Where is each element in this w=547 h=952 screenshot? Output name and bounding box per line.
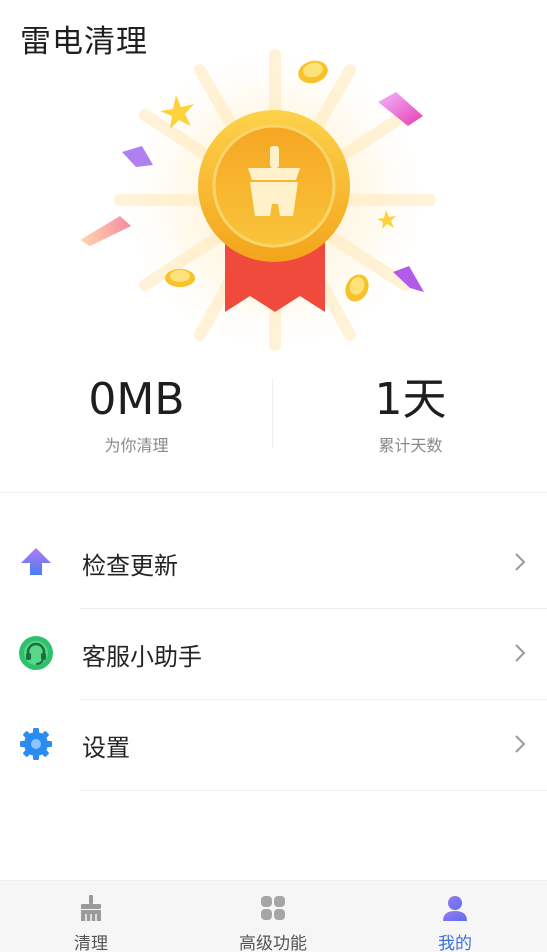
tab-label-advanced: 高级功能 — [239, 934, 307, 952]
medal-illustration — [60, 40, 490, 360]
chevron-right-icon — [515, 553, 526, 571]
cleaned-value: 0MB — [88, 374, 185, 425]
chevron-right-icon — [515, 735, 526, 753]
broom-icon — [81, 895, 101, 921]
days-label: 累计天数 — [378, 436, 443, 455]
days-stat: 1天 累计天数 — [274, 372, 547, 456]
chevron-right-icon — [515, 644, 526, 662]
tab-clean[interactable]: 清理 — [0, 881, 182, 952]
menu-label-check-update: 检查更新 — [82, 552, 178, 580]
menu-separator — [80, 790, 547, 791]
menu-item-settings[interactable]: 设置 — [0, 700, 547, 791]
menu-label-settings: 设置 — [82, 734, 130, 762]
bottom-tab-bar: 清理 高级功能 我的 — [0, 880, 547, 952]
gear-icon — [20, 728, 52, 760]
tab-label-mine: 我的 — [438, 934, 472, 952]
days-value: 1天 — [374, 374, 447, 425]
section-divider — [0, 492, 547, 493]
cleaned-stat: 0MB 为你清理 — [0, 372, 273, 456]
stats-divider — [272, 378, 273, 448]
menu-item-check-update[interactable]: 检查更新 — [0, 518, 547, 609]
headset-icon — [19, 636, 53, 670]
user-icon — [443, 896, 467, 921]
tab-mine[interactable]: 我的 — [364, 881, 546, 952]
update-arrow-icon — [21, 548, 51, 575]
tab-label-clean: 清理 — [74, 934, 108, 952]
stats-panel: 0MB 为你清理 1天 累计天数 — [0, 372, 547, 462]
tab-advanced[interactable]: 高级功能 — [182, 881, 364, 952]
menu-item-customer-service[interactable]: 客服小助手 — [0, 609, 547, 700]
menu-label-customer-service: 客服小助手 — [82, 643, 202, 671]
settings-menu: 检查更新 客服小助手 设置 — [0, 518, 547, 791]
grid-icon — [261, 896, 285, 920]
cleaned-label: 为你清理 — [104, 436, 169, 455]
